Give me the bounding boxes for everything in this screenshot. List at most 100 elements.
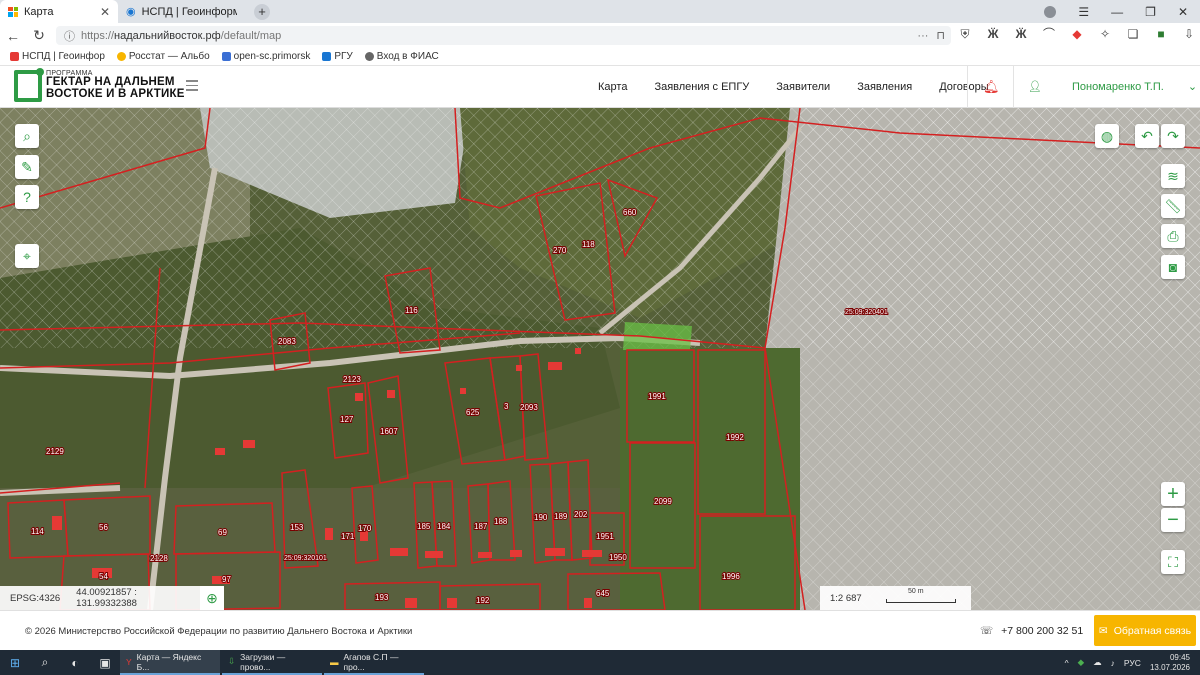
search-icon[interactable]: ⌕ (30, 655, 60, 670)
refresh-icon[interactable]: ↻ (26, 27, 52, 44)
menu-icon[interactable]: ☰ (1078, 5, 1089, 19)
help-button[interactable]: ? (15, 185, 39, 209)
clock[interactable]: 09:45 13.07.2026 (1150, 653, 1190, 672)
os-taskbar: ⊞ ⌕ ◐ ▣ Y Карта — Яндекс Б... ⇩ Загрузки… (0, 650, 1200, 675)
ext-k2-icon[interactable]: Ӝ (1014, 27, 1028, 41)
site-footer: © 2026 Министерство Российской Федерации… (0, 610, 1200, 650)
tab-nspd[interactable]: ◉ НСПД | Геоинформацион (118, 0, 248, 23)
print-button[interactable]: ⎙ (1161, 224, 1185, 248)
tab-karta[interactable]: Карта ✕ (0, 0, 118, 23)
ext-k-icon[interactable]: Ӝ (986, 27, 1000, 41)
svg-text:69: 69 (218, 528, 227, 537)
svg-text:3: 3 (504, 402, 509, 411)
feedback-button[interactable]: ✉ Обратная связь (1094, 615, 1196, 646)
taskbar-app-label: Загрузки — прово... (240, 651, 286, 672)
minimize-icon[interactable]: — (1111, 5, 1123, 19)
menu-item-applications[interactable]: Заявления (857, 81, 912, 93)
chevron-down-icon: ⌄ (1187, 81, 1198, 93)
taskbar-app-label: Агапов С.П — про... (343, 651, 399, 672)
logo[interactable]: ПРОГРАММА ГЕКТАР НА ДАЛЬНЕМ ВОСТОКЕ И В … (14, 68, 185, 102)
puzzle-icon[interactable]: ✧ (1098, 27, 1112, 41)
coordinates-value: 44.00921857 : 131.99332388 (76, 587, 137, 609)
bookmark-icon[interactable]: ⊓ (936, 29, 945, 42)
download-icon: ⇩ (228, 656, 236, 666)
hamburger-icon[interactable] (186, 80, 198, 94)
undo-button[interactable]: ↶ (1135, 124, 1159, 148)
yandex-icon: Y (126, 656, 132, 667)
menu-item-epgu[interactable]: Заявления с ЕПГУ (654, 81, 749, 93)
bell-icon[interactable]: 🔔︎ (983, 79, 1000, 95)
network-icon[interactable]: ☁ (1093, 657, 1102, 668)
svg-text:1991: 1991 (648, 392, 666, 401)
close-window-icon[interactable]: ✕ (1178, 5, 1188, 19)
language-indicator[interactable]: РУС (1124, 658, 1141, 668)
explorer-icon[interactable]: ▣ (90, 656, 120, 670)
bookmark-item[interactable]: open-sc.primorsk (221, 51, 310, 62)
svg-text:97: 97 (222, 575, 231, 584)
ext-flag-icon[interactable]: ◆ (1070, 27, 1084, 41)
menu-item-contracts[interactable]: Договоры (939, 81, 988, 93)
svg-text:1607: 1607 (380, 427, 398, 436)
user-name: Пономаренко Т.П. (1071, 80, 1164, 93)
bookmark-item[interactable]: НСПД | Геоинфор (10, 51, 105, 62)
svg-text:188: 188 (494, 517, 508, 526)
back-icon[interactable]: ← (0, 28, 26, 44)
select-tool-button[interactable]: ⌖ (15, 244, 39, 268)
shield-icon[interactable]: ⛨ (958, 27, 972, 41)
menu-item-applicants[interactable]: Заявители (776, 81, 830, 93)
draw-button[interactable]: ✎ (15, 155, 39, 179)
svg-text:192: 192 (476, 596, 490, 605)
volume-icon[interactable]: ♪ (1111, 658, 1115, 668)
folder-icon: ▬ (330, 656, 339, 667)
antivirus-icon[interactable]: ◆ (1078, 657, 1085, 668)
url-field[interactable]: ⓘ https:// надальнийвосток.рф /default/m… (56, 26, 951, 45)
svg-text:153: 153 (290, 523, 304, 532)
basemap-button[interactable]: ◍ (1095, 124, 1119, 148)
downloads-icon[interactable]: ⇩ (1182, 27, 1196, 41)
zoom-out-button[interactable]: − (1161, 508, 1185, 532)
phone-contact[interactable]: ☏ +7 800 200 32 51 (980, 625, 1083, 637)
taskbar-app-downloads[interactable]: ⇩ Загрузки — прово... (222, 650, 322, 675)
svg-text:2083: 2083 (278, 337, 296, 346)
start-icon[interactable]: ⊞ (0, 656, 30, 670)
map-svg: 660 270 118 116 2083 2123 625 3 2093 127 1607 19… (0, 108, 1200, 610)
menu-item-map[interactable]: Карта (598, 81, 627, 93)
crs-label: EPSG:4326 (10, 592, 61, 604)
bookmark-item[interactable]: РГУ (322, 51, 353, 62)
taskview-icon[interactable]: ◐ (60, 656, 90, 670)
ext-copy-icon[interactable]: ❏ (1126, 27, 1140, 41)
divider (967, 66, 968, 108)
close-tab-icon[interactable]: ✕ (100, 5, 110, 19)
screenshot-button[interactable]: ◙ (1161, 255, 1185, 279)
plus-icon: + (1167, 482, 1179, 505)
search-map-button[interactable]: ⌕ (15, 124, 39, 148)
user-menu[interactable]: 👤︎ Пономаренко Т.П. ⌄ (1028, 80, 1198, 94)
redo-button[interactable]: ↷ (1161, 124, 1185, 148)
measure-button[interactable]: 📏︎ (1161, 194, 1185, 218)
map-canvas[interactable]: 660 270 118 116 2083 2123 625 3 2093 127 1607 19… (0, 108, 1200, 610)
bookmark-item[interactable]: Росстат — Альбо (116, 51, 210, 62)
ext-color-icon[interactable]: ■ (1154, 27, 1168, 41)
fullscreen-button[interactable]: ⛶ (1161, 550, 1185, 574)
minus-icon: − (1167, 508, 1179, 531)
ext-cap-icon[interactable]: ⌒ (1042, 27, 1056, 41)
zoom-in-button[interactable]: + (1161, 482, 1185, 506)
svg-text:170: 170 (358, 524, 372, 533)
taskbar-app-folder[interactable]: ▬ Агапов С.П — про... (324, 650, 424, 675)
logo-line1: ГЕКТАР НА ДАЛЬНЕМ (46, 76, 175, 88)
taskbar-app-label: Карта — Яндекс Б... (136, 651, 202, 672)
bookmark-item[interactable]: Вход в ФИАС (364, 51, 439, 62)
svg-text:645: 645 (596, 589, 610, 598)
svg-text:187: 187 (474, 522, 488, 531)
new-tab-button[interactable]: + (254, 3, 270, 20)
taskbar-app-browser[interactable]: Y Карта — Яндекс Б... (120, 650, 220, 675)
maximize-icon[interactable]: ❐ (1145, 5, 1156, 19)
cursor-click-icon: ⌖ (23, 247, 31, 264)
zoom-search-icon: ⊕ (206, 589, 218, 606)
chevron-up-icon[interactable]: ^ (1065, 658, 1069, 668)
profile-icon[interactable] (1044, 5, 1057, 18)
coordinate-search-button[interactable]: ⊕ (200, 586, 224, 610)
layers-button[interactable]: ≋ (1161, 164, 1185, 188)
more-icon[interactable]: ··· (917, 30, 928, 42)
logo-line2: ВОСТОКЕ И В АРКТИКЕ (46, 87, 185, 100)
